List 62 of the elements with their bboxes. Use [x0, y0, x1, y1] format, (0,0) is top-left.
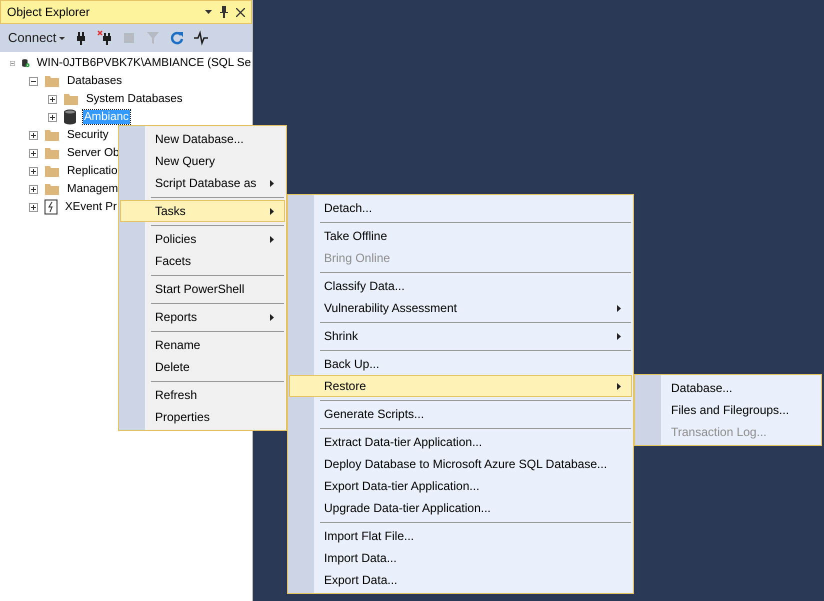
- plug-x-icon[interactable]: [97, 30, 114, 46]
- menu-item[interactable]: Upgrade Data-tier Application...: [289, 497, 632, 519]
- folder-icon: [44, 128, 60, 142]
- connect-button[interactable]: Connect: [8, 28, 66, 48]
- pin-icon[interactable]: [220, 6, 228, 18]
- folder-icon: [44, 182, 60, 196]
- expand-icon[interactable]: [29, 130, 38, 140]
- tree-item[interactable]: Replicatio: [66, 164, 118, 178]
- menu-item[interactable]: New Database...: [120, 128, 285, 150]
- menu-item[interactable]: Start PowerShell: [120, 278, 285, 300]
- menu-item[interactable]: Export Data...: [289, 569, 632, 591]
- folder-icon: [44, 146, 60, 160]
- folder-icon: [44, 164, 60, 178]
- menu-item[interactable]: Facets: [120, 250, 285, 272]
- tree-item[interactable]: Managem: [66, 182, 120, 196]
- menu-item[interactable]: Refresh: [120, 384, 285, 406]
- menu-item[interactable]: Restore: [289, 375, 632, 397]
- folder-icon: [63, 92, 79, 106]
- menu-item[interactable]: Classify Data...: [289, 275, 632, 297]
- menu-item[interactable]: Files and Filegroups...: [636, 399, 820, 421]
- expand-icon[interactable]: [29, 202, 38, 212]
- expand-icon[interactable]: [48, 94, 57, 104]
- folder-icon: [44, 74, 60, 88]
- menu-item[interactable]: Back Up...: [289, 353, 632, 375]
- expand-icon[interactable]: [29, 166, 38, 176]
- event-icon: [44, 199, 58, 215]
- expand-icon[interactable]: [29, 148, 38, 158]
- menu-item[interactable]: Vulnerability Assessment: [289, 297, 632, 319]
- tree-item[interactable]: WIN-0JTB6PVBK7K\AMBIANCE (SQL Se: [36, 56, 252, 70]
- collapse-icon[interactable]: [29, 76, 38, 86]
- database-icon: [63, 109, 77, 125]
- menu-item[interactable]: Deploy Database to Microsoft Azure SQL Database...: [289, 453, 632, 475]
- menu-item[interactable]: Reports: [120, 306, 285, 328]
- dropdown-icon[interactable]: [205, 10, 212, 14]
- menu-gutter: [635, 375, 661, 445]
- menu-item[interactable]: Generate Scripts...: [289, 403, 632, 425]
- expand-icon[interactable]: [48, 112, 57, 122]
- tree-item[interactable]: Databases: [66, 74, 123, 88]
- menu-item[interactable]: Delete: [120, 356, 285, 378]
- menu-item[interactable]: Script Database as: [120, 172, 285, 194]
- refresh-icon[interactable]: [169, 30, 186, 46]
- expand-icon[interactable]: [29, 184, 38, 194]
- menu-item[interactable]: Rename: [120, 334, 285, 356]
- menu-item[interactable]: Export Data-tier Application...: [289, 475, 632, 497]
- activity-icon[interactable]: [193, 30, 210, 46]
- menu-item[interactable]: New Query: [120, 150, 285, 172]
- menu-item[interactable]: Import Flat File...: [289, 525, 632, 547]
- caret-icon: [59, 36, 66, 40]
- menu-item[interactable]: Properties: [120, 406, 285, 428]
- tree-item[interactable]: XEvent Pr: [64, 200, 118, 214]
- menu-item[interactable]: Policies: [120, 228, 285, 250]
- menu-item[interactable]: Shrink: [289, 325, 632, 347]
- menu-item[interactable]: Take Offline: [289, 225, 632, 247]
- menu-item[interactable]: Detach...: [289, 197, 632, 219]
- menu-item[interactable]: Import Data...: [289, 547, 632, 569]
- tree-item[interactable]: System Databases: [85, 92, 184, 106]
- menu-item[interactable]: Database...: [636, 377, 820, 399]
- tree-item[interactable]: Security: [66, 128, 110, 142]
- close-icon[interactable]: [236, 8, 245, 16]
- menu-item[interactable]: Extract Data-tier Application...: [289, 431, 632, 453]
- panel-title: Object Explorer: [7, 4, 91, 21]
- menu-item[interactable]: Tasks: [120, 200, 285, 222]
